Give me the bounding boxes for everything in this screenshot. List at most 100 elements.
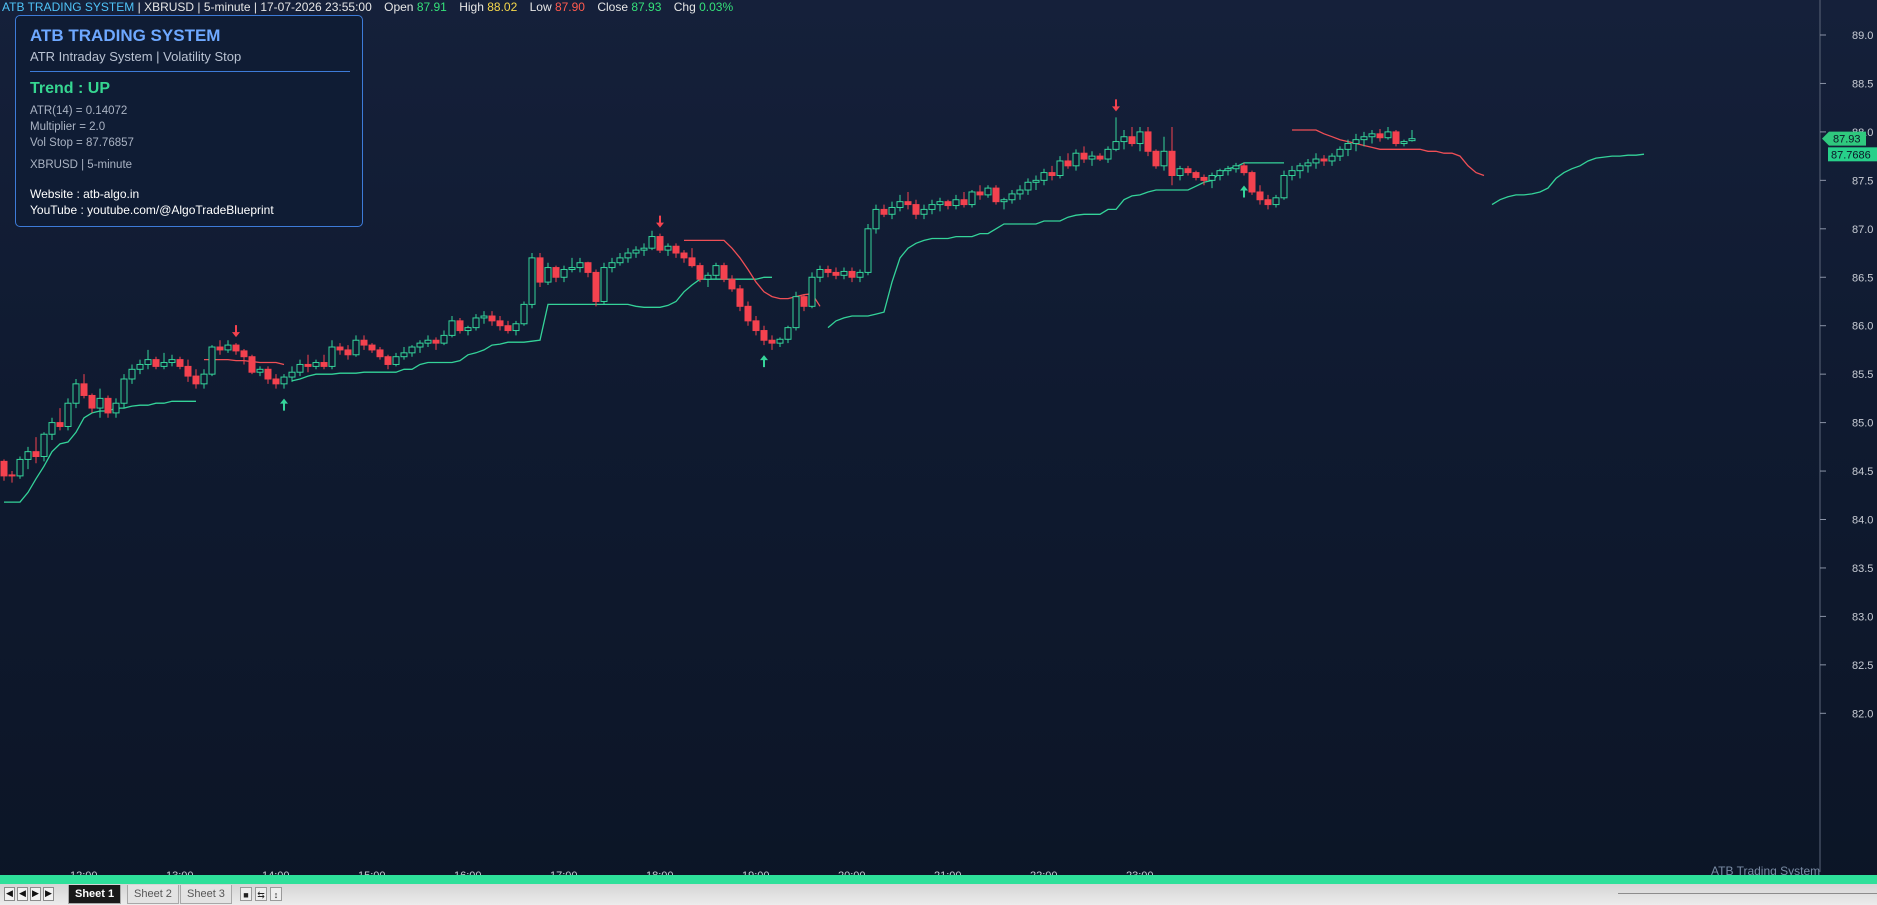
buy-arrow-icon xyxy=(1240,185,1248,198)
candle-body xyxy=(1408,138,1416,142)
header-separator: | xyxy=(137,0,141,14)
candle-body xyxy=(0,460,8,477)
high-value: 88.02 xyxy=(487,0,518,14)
y-tick-label: 86.0 xyxy=(1852,321,1873,333)
candle-body xyxy=(80,383,88,396)
candle-body xyxy=(472,317,480,329)
candle-body xyxy=(392,356,400,365)
candle-body xyxy=(480,315,488,319)
candle-body xyxy=(728,278,736,290)
y-tick-label: 88.5 xyxy=(1852,78,1873,90)
candle-body xyxy=(800,296,808,307)
candle-body xyxy=(520,303,528,325)
candle-body xyxy=(760,330,768,341)
candle-body xyxy=(896,201,904,208)
multiplier-value: Multiplier = 2.0 xyxy=(30,121,106,133)
candle-body xyxy=(408,346,416,354)
candle-body xyxy=(1328,155,1336,162)
candle-body xyxy=(424,339,432,344)
candle-body xyxy=(888,206,896,215)
candle-body xyxy=(1080,152,1088,160)
candle-body xyxy=(1048,172,1056,177)
candle-body xyxy=(1072,152,1080,167)
candle-body xyxy=(1176,168,1184,177)
candle-body xyxy=(712,265,720,276)
lock-icon[interactable]: ■ xyxy=(240,887,252,901)
candle-body xyxy=(680,252,688,259)
sync-icon[interactable]: ⇆ xyxy=(255,887,267,901)
candle-body xyxy=(864,228,872,273)
horizontal-scrollbar[interactable] xyxy=(1618,893,1877,894)
chg-label: Chg xyxy=(673,0,696,14)
chg-value: 0.03% xyxy=(699,0,734,14)
next-sheet-icon[interactable]: ▶ xyxy=(30,887,41,901)
candle-body xyxy=(1312,158,1320,164)
candle-body xyxy=(448,320,456,336)
candle-body xyxy=(1232,165,1240,170)
candle-body xyxy=(248,356,256,373)
candle-body xyxy=(376,349,384,358)
first-sheet-icon[interactable]: ◀ xyxy=(4,887,15,901)
candle-body xyxy=(264,368,272,380)
candle-body xyxy=(1144,131,1152,152)
vol-stop-up-segment xyxy=(1491,153,1645,206)
tab-sheet-3[interactable]: Sheet 3 xyxy=(180,885,232,904)
candle-body xyxy=(384,356,392,365)
candle-body xyxy=(600,267,608,302)
candle-body xyxy=(880,208,888,215)
candle-body xyxy=(784,327,792,340)
candle-body xyxy=(1128,136,1136,145)
candle-body xyxy=(168,359,176,364)
last-sheet-icon[interactable]: ▶ xyxy=(43,887,54,901)
candle-body xyxy=(960,199,968,206)
candle-body xyxy=(40,433,48,458)
candle-body xyxy=(144,359,152,365)
tab-sheet-1[interactable]: Sheet 1 xyxy=(68,885,122,904)
vol-stop-value: Vol Stop = 87.76857 xyxy=(30,137,134,149)
candle-body xyxy=(824,268,832,273)
candle-body xyxy=(1160,150,1168,167)
candle-body xyxy=(944,201,952,207)
candle-body xyxy=(1272,197,1280,206)
vol-stop-up-segment xyxy=(827,162,1284,329)
candle-body xyxy=(120,378,128,404)
candle-body xyxy=(1024,181,1032,191)
candle-body xyxy=(24,451,32,460)
candle-body xyxy=(1216,170,1224,177)
y-tick-label: 82.0 xyxy=(1852,708,1873,720)
buy-arrow-icon xyxy=(760,355,768,368)
candle-body xyxy=(648,236,656,249)
stop-price-label: 87.7686 xyxy=(1831,149,1871,161)
candle-body xyxy=(256,368,264,373)
candle-body xyxy=(1256,191,1264,201)
candle-body xyxy=(1296,165,1304,172)
y-tick-label: 83.5 xyxy=(1852,563,1873,575)
tab-sheet-2[interactable]: Sheet 2 xyxy=(127,885,179,904)
candle-body xyxy=(904,201,912,206)
candle-body xyxy=(1208,175,1216,181)
y-tick-label: 86.5 xyxy=(1852,272,1873,284)
candle-body xyxy=(920,208,928,215)
candle-body xyxy=(1400,141,1408,145)
axis-icon[interactable]: ↕ xyxy=(270,887,282,901)
candle-body xyxy=(848,270,856,278)
candle-body xyxy=(1088,155,1096,160)
prev-sheet-icon[interactable]: ◀ xyxy=(17,887,28,901)
candle-body xyxy=(160,362,168,367)
website-text: Website : atb-algo.in xyxy=(30,187,140,201)
candle-body xyxy=(968,191,976,206)
candle-body xyxy=(832,271,840,276)
header-title: ATB TRADING SYSTEM xyxy=(2,0,135,14)
candle-body xyxy=(16,458,24,477)
candle-body xyxy=(1136,131,1144,145)
y-tick-label: 87.0 xyxy=(1852,224,1873,236)
candle-body xyxy=(208,346,216,375)
candle-body xyxy=(1200,176,1208,181)
candle-body xyxy=(768,339,776,344)
low-value: 87.90 xyxy=(554,0,585,14)
open-value: 87.91 xyxy=(416,0,447,14)
candle-body xyxy=(200,373,208,385)
candle-body xyxy=(656,236,664,251)
candle-body xyxy=(704,274,712,280)
candle-body xyxy=(1040,172,1048,181)
